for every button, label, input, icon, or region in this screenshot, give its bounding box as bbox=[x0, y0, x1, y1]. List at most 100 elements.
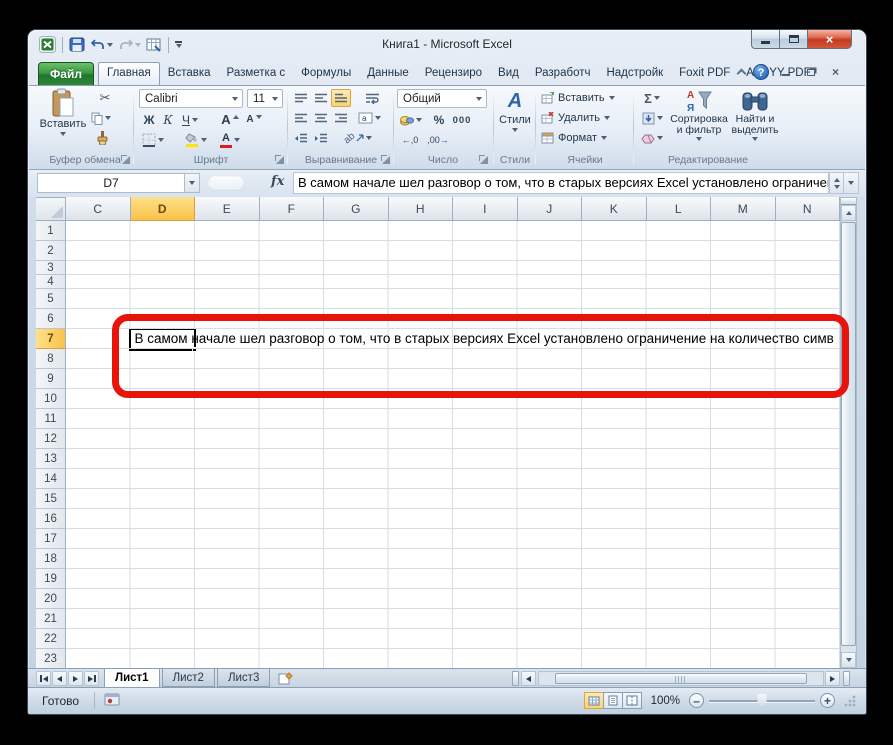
autosum-button[interactable]: Σ bbox=[637, 89, 667, 107]
align-top-button[interactable] bbox=[291, 89, 311, 107]
percent-style-button[interactable]: % bbox=[429, 111, 449, 129]
zoom-in-button[interactable]: + bbox=[820, 693, 835, 708]
clipboard-dialog-launcher[interactable] bbox=[120, 154, 130, 164]
scroll-up-button[interactable] bbox=[841, 205, 856, 221]
next-sheet-button[interactable] bbox=[68, 671, 83, 686]
column-header-G[interactable]: G bbox=[324, 197, 389, 221]
horizontal-split-handle-2[interactable] bbox=[843, 671, 850, 686]
number-dialog-launcher[interactable] bbox=[478, 154, 488, 164]
grid-row-16[interactable] bbox=[66, 509, 840, 529]
help-icon[interactable]: ? bbox=[753, 64, 769, 80]
font-name-select[interactable]: Calibri bbox=[139, 89, 243, 108]
column-header-K[interactable]: K bbox=[582, 197, 647, 221]
column-header-N[interactable]: N bbox=[776, 197, 841, 221]
increase-indent-button[interactable] bbox=[311, 129, 331, 147]
ribbon-tab-Рецензиро[interactable]: Рецензиро bbox=[417, 62, 490, 85]
resize-grip[interactable] bbox=[844, 695, 856, 707]
font-size-select[interactable]: 11 bbox=[247, 89, 283, 108]
collapse-ribbon-icon[interactable] bbox=[737, 69, 747, 79]
shrink-font-button[interactable]: А bbox=[243, 111, 265, 129]
zoom-level[interactable]: 100% bbox=[651, 695, 680, 707]
close-button[interactable]: × bbox=[807, 30, 852, 49]
ribbon-tab-Вид[interactable]: Вид bbox=[490, 62, 527, 85]
number-format-select[interactable]: Общий bbox=[397, 89, 487, 108]
row-header-16[interactable]: 16 bbox=[36, 509, 66, 529]
horizontal-scroll-thumb[interactable] bbox=[555, 673, 807, 684]
horizontal-split-handle[interactable] bbox=[512, 671, 519, 686]
align-middle-button[interactable] bbox=[311, 89, 331, 107]
row-header-9[interactable]: 9 bbox=[36, 369, 66, 389]
minimize-button[interactable] bbox=[751, 30, 780, 49]
horizontal-scrollbar[interactable] bbox=[538, 671, 824, 686]
name-box-dropdown[interactable] bbox=[185, 173, 200, 193]
insert-worksheet-tab[interactable] bbox=[272, 669, 300, 687]
workbook-minimize-button[interactable] bbox=[777, 66, 794, 79]
row-header-7[interactable]: 7 bbox=[36, 329, 66, 349]
cells-area[interactable]: В самом начале шел разговор о том, что в… bbox=[66, 221, 840, 668]
styles-button[interactable]: А Стили bbox=[496, 88, 534, 152]
wrap-text-button[interactable] bbox=[359, 89, 385, 107]
find-select-button[interactable]: Найти и выделить bbox=[729, 88, 781, 154]
ribbon-tab-Данные[interactable]: Данные bbox=[359, 62, 417, 85]
ribbon-tab-Надстройк[interactable]: Надстройк bbox=[598, 62, 671, 85]
row-header-11[interactable]: 11 bbox=[36, 409, 66, 429]
grid-row-7[interactable] bbox=[66, 329, 840, 349]
align-left-button[interactable] bbox=[291, 109, 311, 127]
decrease-indent-button[interactable] bbox=[291, 129, 311, 147]
formula-bar-spinner[interactable] bbox=[829, 172, 844, 194]
sheet-tab-Лист3[interactable]: Лист3 bbox=[217, 669, 270, 687]
column-header-J[interactable]: J bbox=[518, 197, 583, 221]
column-header-F[interactable]: F bbox=[260, 197, 325, 221]
font-dialog-launcher[interactable] bbox=[274, 154, 284, 164]
clear-button[interactable] bbox=[637, 129, 667, 147]
grid-row-19[interactable] bbox=[66, 569, 840, 589]
last-sheet-button[interactable] bbox=[84, 671, 99, 686]
column-header-E[interactable]: E bbox=[195, 197, 260, 221]
macro-record-icon[interactable] bbox=[104, 693, 120, 711]
name-box[interactable]: D7 bbox=[37, 173, 185, 193]
row-header-10[interactable]: 10 bbox=[36, 389, 66, 409]
zoom-slider-thumb[interactable] bbox=[758, 694, 767, 707]
row-header-14[interactable]: 14 bbox=[36, 469, 66, 489]
increase-decimal-button[interactable]: ←,0 bbox=[397, 131, 423, 149]
row-header-1[interactable]: 1 bbox=[36, 221, 66, 241]
grid-row-18[interactable] bbox=[66, 549, 840, 569]
grid-row-8[interactable] bbox=[66, 349, 840, 369]
align-bottom-button[interactable] bbox=[331, 89, 351, 107]
grid-row-21[interactable] bbox=[66, 609, 840, 629]
fill-color-button[interactable] bbox=[181, 131, 211, 149]
row-header-19[interactable]: 19 bbox=[36, 569, 66, 589]
copy-button[interactable] bbox=[91, 109, 111, 127]
underline-button[interactable]: Ч bbox=[177, 111, 203, 129]
select-all-corner[interactable] bbox=[36, 197, 66, 221]
grid-row-13[interactable] bbox=[66, 449, 840, 469]
row-header-17[interactable]: 17 bbox=[36, 529, 66, 549]
scroll-down-button[interactable] bbox=[841, 652, 856, 668]
format-painter-button[interactable] bbox=[92, 129, 112, 147]
row-header-23[interactable]: 23 bbox=[36, 649, 66, 668]
grid-row-9[interactable] bbox=[66, 369, 840, 389]
format-cells-button[interactable]: Формат bbox=[541, 129, 607, 147]
view-normal-button[interactable] bbox=[584, 692, 604, 709]
grid-row-20[interactable] bbox=[66, 589, 840, 609]
grid-row-15[interactable] bbox=[66, 489, 840, 509]
cut-button[interactable]: ✂ bbox=[95, 89, 115, 107]
workbook-restore-button[interactable] bbox=[802, 66, 819, 79]
grid-row-10[interactable] bbox=[66, 389, 840, 409]
sheet-tab-Лист2[interactable]: Лист2 bbox=[162, 669, 215, 687]
grid-row-22[interactable] bbox=[66, 629, 840, 649]
tab-file[interactable]: Файл bbox=[38, 62, 94, 85]
scroll-right-button[interactable] bbox=[825, 671, 840, 686]
row-header-15[interactable]: 15 bbox=[36, 489, 66, 509]
workbook-close-button[interactable]: × bbox=[827, 66, 844, 79]
insert-function-button[interactable]: fx bbox=[271, 174, 284, 189]
row-header-2[interactable]: 2 bbox=[36, 241, 66, 261]
delete-cells-button[interactable]: Удалить bbox=[541, 109, 610, 127]
grid-row-12[interactable] bbox=[66, 429, 840, 449]
grid-row-6[interactable] bbox=[66, 309, 840, 329]
vertical-split-handle[interactable] bbox=[841, 198, 856, 205]
column-header-C[interactable]: C bbox=[66, 197, 131, 221]
merge-center-button[interactable]: a bbox=[353, 109, 385, 127]
row-header-22[interactable]: 22 bbox=[36, 629, 66, 649]
ribbon-tab-Главная[interactable]: Главная bbox=[98, 62, 160, 85]
